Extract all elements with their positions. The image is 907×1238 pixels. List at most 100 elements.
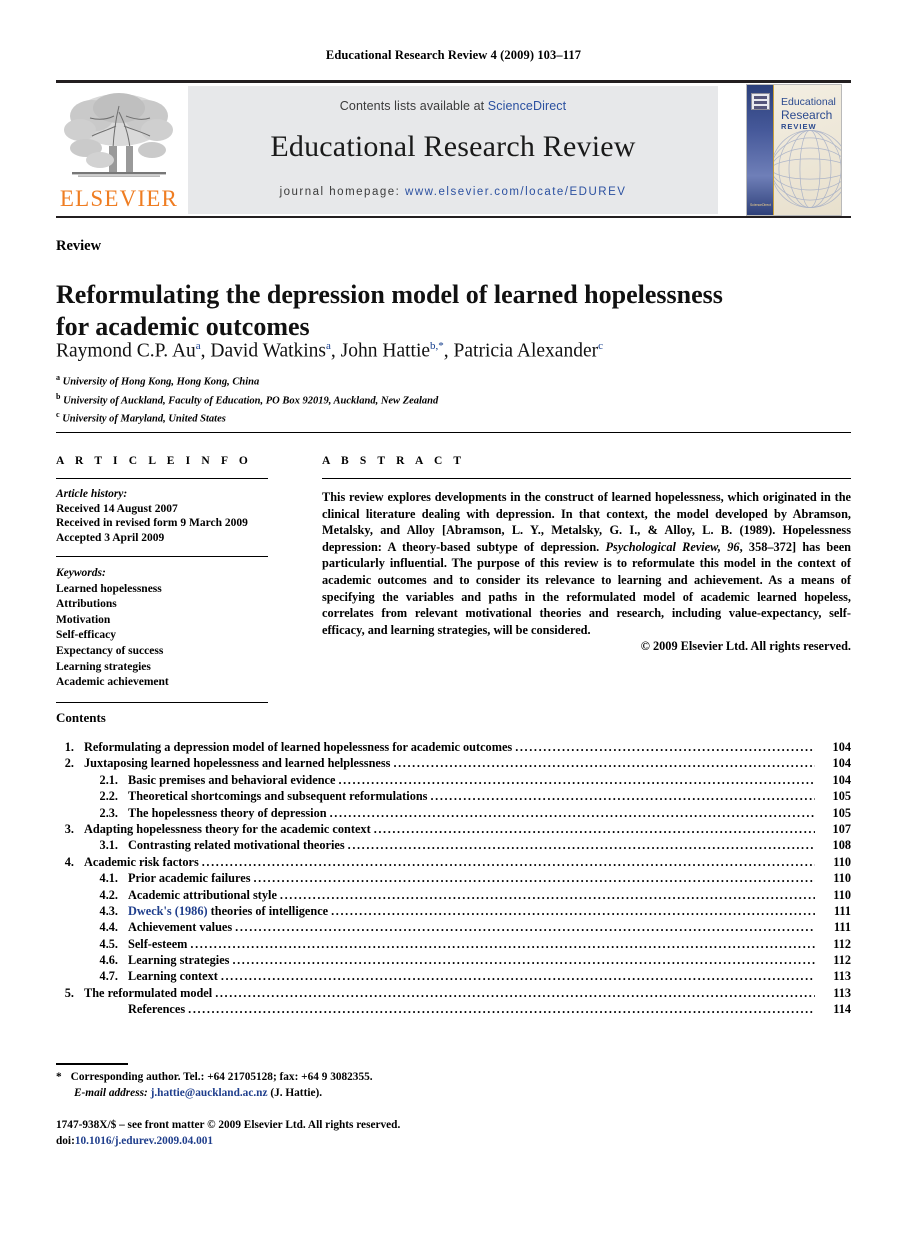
toc-page-number: 112	[833, 953, 851, 968]
author-affiliation-marker: a	[195, 340, 201, 352]
toc-leader-dots: ........................................…	[232, 953, 815, 968]
toc-entry-label[interactable]: Theoretical shortcomings and subsequent …	[128, 789, 427, 804]
toc-entry-number: 2.	[64, 756, 74, 771]
toc-page-number: 110	[833, 854, 851, 869]
toc-leader-dots: ........................................…	[515, 740, 815, 754]
toc-entry-label[interactable]: Reformulating a depression model of lear…	[84, 740, 512, 755]
toc-entry[interactable]: 4. Academic risk factors.................…	[56, 855, 851, 871]
corresponding-author-line: * Corresponding author. Tel.: +64 2170512…	[56, 1070, 526, 1086]
toc-entry[interactable]: 2.1. Basic premises and behavioral eviden…	[56, 773, 851, 789]
toc-page-number: 113	[833, 969, 851, 984]
article-history-label: Article history:	[56, 488, 128, 500]
abstract-journal-ref: Psychological Review, 96	[605, 539, 740, 554]
toc-entry[interactable]: 4.1. Prior academic failures.............…	[56, 871, 851, 887]
toc-entry-number: 4.3.	[99, 903, 118, 918]
toc-entry[interactable]: 4.3. Dweck's (1986) theories of intellige…	[56, 904, 851, 920]
imprint-block: 1747-938X/$ – see front matter © 2009 El…	[56, 1118, 526, 1149]
toc-entry[interactable]: 2.2. Theoretical shortcomings and subsequ…	[56, 789, 851, 805]
toc-entry[interactable]: References..............................…	[56, 1002, 851, 1018]
cover-spine: ScienceDirect	[747, 85, 773, 215]
affiliation-text: University of Hong Kong, Hong Kong, Chin…	[60, 376, 260, 388]
toc-leader-dots: ........................................…	[201, 854, 815, 869]
toc-citation-link[interactable]: Dweck's (1986)	[128, 904, 208, 918]
journal-panel: Contents lists available at ScienceDirec…	[188, 86, 718, 214]
cover-body: Educational Research REVIEW	[774, 85, 841, 215]
toc-page-number: 104	[832, 772, 851, 787]
contents-heading: Contents	[56, 710, 106, 725]
journal-cover-thumbnail: ScienceDirect Educational Research REVIE…	[746, 84, 842, 216]
toc-entry[interactable]: 3. Adapting hopelessness theory for the a…	[56, 822, 851, 838]
toc-leader-dots: ........................................…	[235, 920, 815, 935]
article-history-block: Article history: Received 14 August 2007…	[56, 487, 268, 545]
toc-entry[interactable]: 2. Juxtaposing learned hopelessness and l…	[56, 756, 851, 772]
toc-entry-label[interactable]: Achievement values	[128, 920, 232, 935]
toc-entry-label[interactable]: Learning strategies	[128, 953, 229, 968]
table-of-contents: 1. Reformulating a depression model of le…	[56, 740, 851, 1019]
homepage-url-link[interactable]: www.elsevier.com/locate/EDUREV	[405, 186, 626, 198]
toc-entry-number: 2.3.	[99, 805, 118, 820]
email-label: E-mail address:	[74, 1086, 148, 1099]
toc-entry[interactable]: 4.4. Achievement values..................…	[56, 920, 851, 936]
toc-entry[interactable]: 4.2. Academic attributional style........…	[56, 888, 851, 904]
toc-entry[interactable]: 5. The reformulated model................…	[56, 986, 851, 1002]
keyword-item: Attributions	[56, 598, 117, 611]
article-history-item: Received 14 August 2007	[56, 502, 178, 515]
article-history-items: Received 14 August 2007 Received in revis…	[56, 502, 268, 546]
journal-homepage-line: journal homepage: www.elsevier.com/locat…	[188, 186, 718, 198]
toc-entry-label[interactable]: Adapting hopelessness theory for the aca…	[84, 822, 371, 837]
toc-entry-label[interactable]: Academic risk factors	[84, 855, 199, 870]
toc-entry-number: 5.	[64, 985, 74, 1000]
email-line: E-mail address: j.hattie@auckland.ac.nz …	[56, 1086, 526, 1102]
toc-entry-label[interactable]: Prior academic failures	[128, 871, 250, 886]
toc-entry[interactable]: 3.1. Contrasting related motivational the…	[56, 838, 851, 854]
affiliation-list: a University of Hong Kong, Hong Kong, Ch…	[56, 371, 836, 427]
toc-entry-number: 2.2.	[99, 789, 118, 804]
toc-entry[interactable]: 4.6. Learning strategies.................…	[56, 953, 851, 969]
toc-entry[interactable]: 4.5. Self-esteem.........................…	[56, 937, 851, 953]
corresponding-author-text: Corresponding author. Tel.: +64 21705128…	[70, 1071, 373, 1083]
toc-entry-label[interactable]: Basic premises and behavioral evidence	[128, 773, 335, 788]
elsevier-wordmark: ELSEVIER	[59, 186, 179, 211]
keyword-item: Self-efficacy	[56, 629, 117, 642]
keywords-bottom-rule	[56, 701, 268, 703]
toc-page-number: 107	[832, 821, 851, 836]
keywords-label: Keywords:	[56, 567, 106, 579]
toc-leader-dots: ........................................…	[279, 887, 815, 902]
masthead-rule-top	[56, 80, 851, 83]
running-head: Educational Research Review 4 (2009) 103…	[325, 48, 582, 62]
cover-spine-footer: ScienceDirect	[750, 202, 771, 207]
journal-masthead: ELSEVIER Contents lists available at Sci…	[56, 80, 851, 218]
masthead-rule-bottom	[56, 216, 851, 218]
toc-leader-dots: ........................................…	[331, 903, 815, 918]
toc-entry-label[interactable]: The hopelessness theory of depression	[128, 806, 327, 821]
toc-entry[interactable]: 4.7. Learning context....................…	[56, 969, 851, 985]
toc-entry-label[interactable]: Learning context	[128, 969, 218, 984]
toc-entry-number: 4.6.	[99, 953, 118, 968]
toc-page-number: 104	[832, 756, 851, 771]
toc-entry-label[interactable]: References	[128, 1002, 185, 1017]
toc-entry-label[interactable]: Dweck's (1986) theories of intelligence	[128, 904, 328, 919]
keyword-item: Academic achievement	[56, 676, 169, 689]
toc-entry-label[interactable]: The reformulated model	[84, 986, 212, 1001]
toc-entry-number: 4.4.	[99, 920, 118, 935]
toc-entry-number: 3.	[64, 821, 74, 836]
corresponding-author-footnote: * Corresponding author. Tel.: +64 2170512…	[56, 1070, 526, 1101]
journal-title: Educational Research Review	[270, 130, 636, 163]
abstract-column: A B S T R A C T This review explores dev…	[322, 455, 851, 654]
contents-lists-line: Contents lists available at ScienceDirec…	[188, 86, 718, 113]
toc-leader-dots: ........................................…	[188, 1002, 815, 1017]
elsevier-logo: ELSEVIER	[56, 86, 182, 214]
author-name: Patricia Alexander	[453, 340, 599, 362]
sciencedirect-link[interactable]: ScienceDirect	[488, 99, 566, 113]
doi-link[interactable]: 10.1016/j.edurev.2009.04.001	[75, 1135, 213, 1147]
toc-entry[interactable]: 2.3. The hopelessness theory of depressio…	[56, 806, 851, 822]
toc-leader-dots: ........................................…	[338, 772, 815, 787]
toc-entry-label[interactable]: Juxtaposing learned hopelessness and lea…	[84, 756, 390, 771]
toc-leader-dots: ........................................…	[253, 871, 815, 886]
toc-entry[interactable]: 1. Reformulating a depression model of le…	[56, 740, 851, 756]
toc-entry-label[interactable]: Academic attributional style	[128, 888, 277, 903]
toc-entry-label[interactable]: Self-esteem	[128, 937, 187, 952]
email-link[interactable]: j.hattie@auckland.ac.nz	[151, 1087, 268, 1099]
footnote-star-marker: *	[56, 1071, 62, 1083]
toc-entry-label[interactable]: Contrasting related motivational theorie…	[128, 838, 345, 853]
